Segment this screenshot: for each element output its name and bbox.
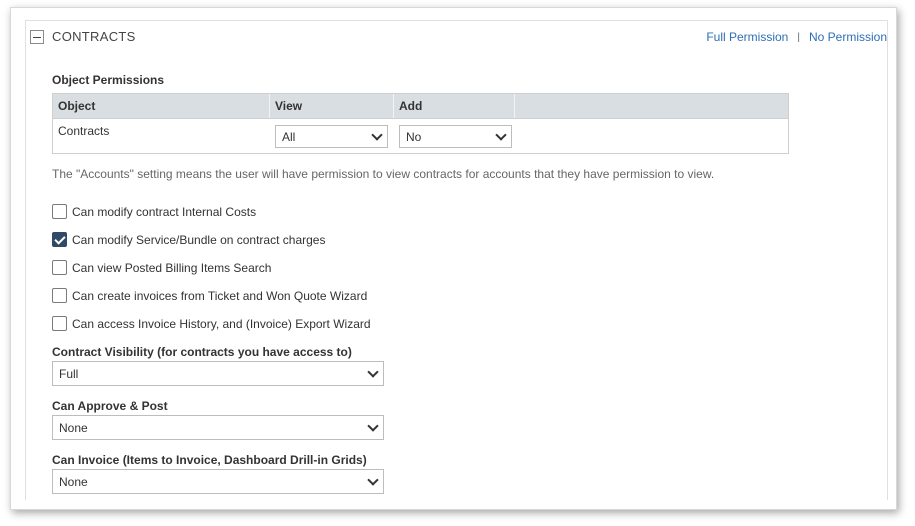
checkbox-row-service-bundle[interactable]: Can modify Service/Bundle on contract ch… — [52, 232, 325, 247]
view-permission-select[interactable]: All — [275, 125, 388, 148]
can-invoice-select[interactable]: None — [52, 469, 384, 494]
accounts-setting-note: The "Accounts" setting means the user wi… — [52, 167, 715, 181]
checkbox-label: Can view Posted Billing Items Search — [72, 260, 272, 275]
checkbox[interactable] — [52, 260, 67, 275]
contracts-section-panel: CONTRACTS Full Permission | No Permissio… — [25, 20, 888, 500]
can-invoice-value: None — [59, 474, 88, 489]
checkbox[interactable] — [52, 316, 67, 331]
minus-icon — [33, 36, 41, 38]
chevron-down-icon — [495, 128, 507, 141]
no-permission-link[interactable]: No Permission — [809, 30, 887, 44]
checkbox-row-invoice-history[interactable]: Can access Invoice History, and (Invoice… — [52, 316, 371, 331]
full-permission-link[interactable]: Full Permission — [706, 30, 788, 44]
permission-links: Full Permission | No Permission — [706, 30, 887, 44]
checkbox-label: Can modify Service/Bundle on contract ch… — [72, 232, 326, 247]
contract-visibility-select[interactable]: Full — [52, 361, 384, 386]
can-invoice-label: Can Invoice (Items to Invoice, Dashboard… — [52, 453, 367, 467]
contract-visibility-value: Full — [59, 366, 79, 381]
object-name-cell: Contracts — [58, 124, 110, 138]
table-header-row: Object View Add — [53, 94, 788, 119]
checkbox-row-create-invoices[interactable]: Can create invoices from Ticket and Won … — [52, 288, 367, 303]
chevron-down-icon — [367, 365, 379, 378]
section-title: CONTRACTS — [52, 29, 136, 44]
add-permission-value: No — [406, 129, 422, 144]
collapse-section-button[interactable] — [30, 30, 44, 44]
column-header-view: View — [270, 94, 394, 118]
chevron-down-icon — [367, 419, 379, 432]
view-cell: All — [270, 119, 394, 155]
object-permissions-title: Object Permissions — [52, 73, 165, 87]
object-permissions-table: Object View Add Contracts All No — [52, 93, 789, 154]
contract-visibility-label: Contract Visibility (for contracts you h… — [52, 345, 352, 359]
checkbox-label: Can access Invoice History, and (Invoice… — [72, 316, 371, 331]
approve-post-label: Can Approve & Post — [52, 399, 168, 413]
checkbox[interactable] — [52, 232, 67, 247]
add-cell: No — [394, 119, 515, 155]
column-header-empty — [515, 94, 788, 118]
table-row: Contracts All No — [53, 119, 788, 155]
chevron-down-icon — [371, 128, 383, 141]
checkbox-row-internal-costs[interactable]: Can modify contract Internal Costs — [52, 204, 256, 219]
add-permission-select[interactable]: No — [399, 125, 512, 148]
checkbox-row-posted-billing[interactable]: Can view Posted Billing Items Search — [52, 260, 271, 275]
view-permission-value: All — [282, 129, 296, 144]
column-header-object: Object — [53, 94, 270, 118]
checkbox-label: Can create invoices from Ticket and Won … — [72, 288, 368, 303]
checkbox-label: Can modify contract Internal Costs — [72, 204, 257, 219]
approve-post-value: None — [59, 420, 88, 435]
link-separator: | — [797, 31, 800, 43]
contracts-permission-window: CONTRACTS Full Permission | No Permissio… — [10, 7, 897, 510]
checkbox[interactable] — [52, 204, 67, 219]
checkbox[interactable] — [52, 288, 67, 303]
approve-post-select[interactable]: None — [52, 415, 384, 440]
column-header-add: Add — [394, 94, 515, 118]
chevron-down-icon — [367, 473, 379, 486]
empty-cell — [515, 119, 788, 155]
